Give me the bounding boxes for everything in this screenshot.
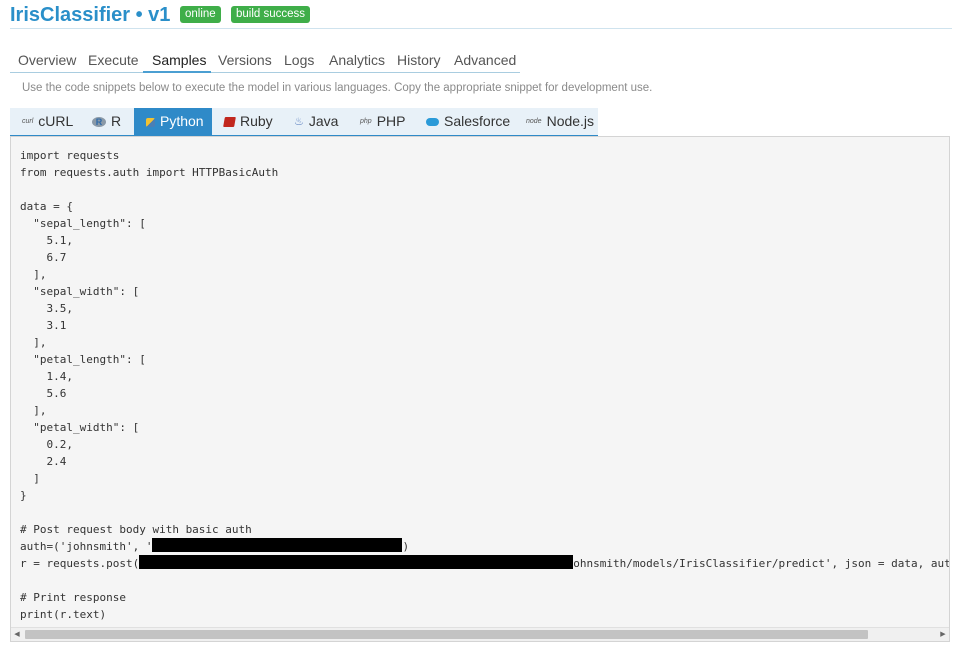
lang-tab-label: Ruby bbox=[240, 113, 273, 129]
status-badge-build: build success bbox=[231, 6, 311, 23]
status-badge-online: online bbox=[180, 6, 221, 23]
r-logo-icon: R bbox=[92, 117, 106, 128]
lang-tab-label: Java bbox=[308, 113, 339, 129]
code-auth-prefix: auth=('johnsmith', ' bbox=[20, 540, 153, 553]
lang-tab-label: R bbox=[111, 113, 122, 129]
lang-tab-java[interactable]: ♨ Java bbox=[294, 108, 338, 135]
tab-versions[interactable]: Versions bbox=[218, 52, 272, 68]
code-body: import requests from requests.auth impor… bbox=[20, 149, 279, 536]
code-snippet-panel[interactable]: import requests from requests.auth impor… bbox=[10, 136, 950, 642]
language-tabs: curl cURL RR Python Ruby ♨ Java php PHP Sal… bbox=[10, 108, 598, 137]
lang-tab-ruby[interactable]: Ruby bbox=[223, 108, 273, 135]
code-tail: # Print response print(r.text) bbox=[20, 591, 126, 621]
tab-history[interactable]: History bbox=[397, 52, 441, 68]
lang-tab-python[interactable]: Python bbox=[134, 108, 212, 135]
horizontal-scrollbar[interactable]: ◀ ▶ bbox=[11, 627, 949, 641]
tab-samples[interactable]: Samples bbox=[152, 52, 206, 68]
ruby-logo-icon bbox=[223, 117, 236, 128]
curl-icon: curl bbox=[22, 118, 34, 126]
scroll-left-icon[interactable]: ◀ bbox=[11, 628, 23, 641]
tab-advanced[interactable]: Advanced bbox=[454, 52, 516, 68]
redacted-password bbox=[152, 538, 403, 552]
python-code[interactable]: import requests from requests.auth impor… bbox=[20, 147, 949, 623]
code-post-prefix: r = requests.post( bbox=[20, 557, 140, 570]
lang-tab-label: Python bbox=[160, 113, 204, 129]
code-post-suffix: ohnsmith/models/IrisClassifier/predict',… bbox=[573, 557, 949, 570]
lang-tab-label: cURL bbox=[38, 113, 74, 129]
lang-tab-php[interactable]: php PHP bbox=[360, 108, 405, 135]
lang-tab-nodejs[interactable]: node Node.js bbox=[526, 108, 594, 135]
python-logo-icon bbox=[146, 117, 155, 127]
lang-tab-label: Node.js bbox=[546, 113, 595, 129]
lang-tab-label: PHP bbox=[376, 113, 406, 129]
header: IrisClassifier • v1 online build success bbox=[10, 4, 952, 29]
salesforce-logo-icon bbox=[426, 118, 439, 127]
lang-tab-r[interactable]: RR bbox=[92, 108, 121, 135]
samples-description: Use the code snippets below to execute t… bbox=[22, 82, 653, 94]
lang-tab-curl[interactable]: curl cURL bbox=[22, 108, 73, 135]
redacted-url bbox=[139, 555, 574, 569]
active-tab-indicator bbox=[143, 71, 211, 73]
tab-logs[interactable]: Logs bbox=[284, 52, 314, 68]
main-tabs: Overview Execute Samples Versions Logs A… bbox=[10, 48, 520, 73]
nodejs-logo-icon: node bbox=[526, 118, 542, 126]
java-logo-icon: ♨ bbox=[294, 116, 304, 129]
tab-analytics[interactable]: Analytics bbox=[329, 52, 385, 68]
scrollbar-thumb[interactable] bbox=[25, 630, 868, 639]
lang-tab-salesforce[interactable]: Salesforce bbox=[426, 108, 510, 135]
scroll-right-icon[interactable]: ▶ bbox=[937, 628, 949, 641]
code-auth-suffix: ) bbox=[402, 540, 410, 553]
lang-tab-label: Salesforce bbox=[444, 113, 511, 129]
php-logo-icon: php bbox=[360, 118, 372, 126]
tab-overview[interactable]: Overview bbox=[18, 52, 76, 68]
model-title: IrisClassifier • v1 bbox=[10, 4, 171, 26]
tab-execute[interactable]: Execute bbox=[88, 52, 139, 68]
